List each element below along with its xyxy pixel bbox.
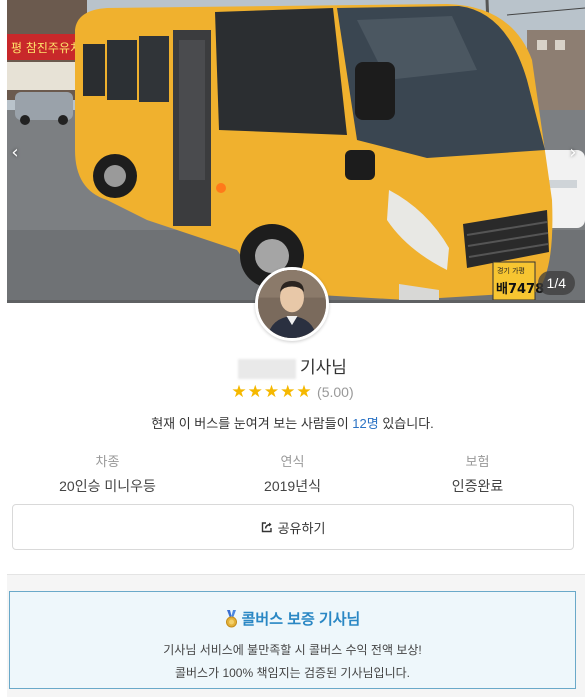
- driver-avatar: [255, 267, 329, 341]
- star-icon: ★★★★★: [231, 382, 313, 402]
- driver-title: 기사님: [300, 358, 347, 377]
- plate-region: 경기 가평: [497, 266, 525, 275]
- spec-model-year: 연식 2019년식: [200, 451, 385, 496]
- share-icon: [261, 522, 272, 533]
- spec-label: 연식: [280, 454, 305, 469]
- guarantee-title: 콜버스 보증 기사님: [241, 611, 361, 628]
- photo-counter: 1/4: [537, 271, 575, 295]
- chevron-left-icon[interactable]: ‹: [7, 142, 23, 164]
- medal-icon: [225, 609, 237, 627]
- rating-value: (5.00): [317, 384, 354, 400]
- viewer-count-text: 현재 이 버스를 눈여겨 보는 사람들이 12명 있습니다.: [0, 413, 585, 432]
- driver-rating: ★★★★★ (5.00): [0, 382, 585, 402]
- bus-specs: 차종 20인승 미니우등 연식 2019년식 보험 인증완료: [15, 451, 570, 496]
- share-label: 공유하기: [277, 520, 326, 536]
- spec-vehicle-type: 차종 20인승 미니우등: [15, 451, 200, 496]
- spec-label: 보험: [465, 454, 490, 469]
- bus-photo: 평 참진주유치원 경기 가평 배7478: [7, 0, 585, 303]
- spec-value: 2019년식: [264, 478, 321, 494]
- photo-carousel[interactable]: 평 참진주유치원 경기 가평 배7478 ‹ › 1/4: [7, 0, 585, 303]
- spec-label: 차종: [95, 454, 120, 469]
- guarantee-line-2: 콜버스가 100% 책임지는 검증된 기사님입니다.: [174, 666, 411, 680]
- spec-value: 20인승 미니우등: [59, 478, 156, 494]
- guarantee-title-row: 콜버스 보증 기사님: [10, 608, 575, 629]
- driver-name: 기사님: [0, 353, 585, 379]
- share-button[interactable]: 공유하기: [12, 504, 574, 550]
- guarantee-line-1: 기사님 서비스에 불만족할 시 콜버스 수익 전액 보상!: [163, 643, 422, 657]
- viewer-count: 12명: [352, 416, 379, 431]
- spec-value: 인증완료: [451, 478, 504, 494]
- guarantee-box: 콜버스 보증 기사님 기사님 서비스에 불만족할 시 콜버스 수익 전액 보상!…: [9, 591, 576, 689]
- viewer-suffix: 있습니다.: [378, 416, 434, 431]
- viewer-prefix: 현재 이 버스를 눈여겨 보는 사람들이: [151, 416, 353, 431]
- driver-name-redacted: [238, 358, 297, 379]
- license-plate: 배7478: [496, 281, 544, 297]
- chevron-right-icon[interactable]: ›: [565, 142, 581, 164]
- spec-insurance: 보험 인증완료: [385, 451, 570, 496]
